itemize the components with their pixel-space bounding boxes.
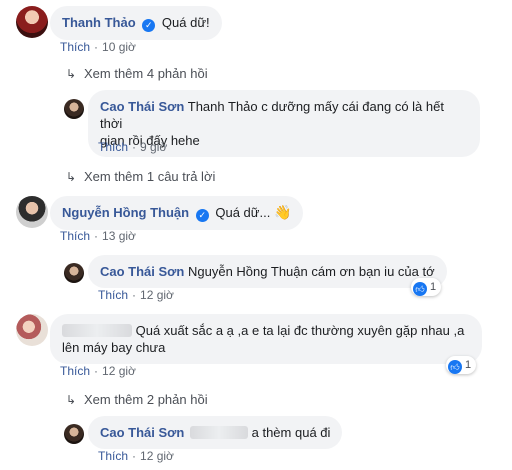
verified-badge-icon: ✓ xyxy=(195,209,209,222)
reaction-count-value: 1 xyxy=(430,281,437,293)
reply-author[interactable]: Cao Thái Sơn xyxy=(100,99,184,114)
like-button[interactable]: Thích xyxy=(60,364,90,378)
reply-bubble: Cao Thái Sơn a thèm quá đi xyxy=(88,416,343,449)
avatar[interactable] xyxy=(16,314,48,346)
view-more-replies-link[interactable]: ↳ Xem thêm 1 câu trả lời xyxy=(66,169,215,184)
reply-author[interactable]: Cao Thái Sơn xyxy=(100,264,184,279)
reply-bubble: Cao Thái Sơn Nguyễn Hồng Thuận cám ơn bạ… xyxy=(88,255,447,288)
reply-arrow-icon: ↳ xyxy=(66,170,77,184)
comment-time[interactable]: 13 giờ xyxy=(102,229,136,243)
comment-bubble: Thanh Thảo ✓ Quá dữ! xyxy=(50,6,222,40)
avatar[interactable] xyxy=(64,424,84,444)
comment-bubble: Nguyễn Hồng Thuận ✓ Quá dữ... 👋 xyxy=(50,196,304,230)
comment-text: Quá dữ... xyxy=(215,205,271,220)
reply-text: Nguyễn Hồng Thuận cám ơn bạn iu của tớ xyxy=(188,264,435,279)
comment-author[interactable]: Nguyễn Hồng Thuận xyxy=(62,205,189,220)
waving-hand-icon: 👋 xyxy=(273,204,292,220)
like-button[interactable]: Thích xyxy=(60,229,90,243)
reply-arrow-icon: ↳ xyxy=(66,393,77,407)
comment-time[interactable]: 10 giờ xyxy=(102,40,136,54)
reply-meta: Thích · 9 giờ xyxy=(98,140,168,154)
view-more-replies-label: Xem thêm 4 phản hồi xyxy=(84,66,208,81)
reply-time[interactable]: 12 giờ xyxy=(140,449,174,463)
like-button[interactable]: Thích xyxy=(60,40,90,54)
reply-meta: Thích · 12 giờ xyxy=(98,288,174,302)
comment-text: Quá xuất sắc a ạ ,a e ta lại đc thường x… xyxy=(135,323,465,338)
reaction-count[interactable]: 👍︎ 1 xyxy=(411,278,442,296)
verified-badge-icon: ✓ xyxy=(142,19,156,32)
like-reaction-icon: 👍︎ xyxy=(413,282,427,296)
reply-text: a thèm quá đi xyxy=(251,425,331,440)
reply-meta: Thích · 12 giờ xyxy=(98,449,174,463)
avatar[interactable] xyxy=(64,263,84,283)
comment-meta: Thích · 12 giờ xyxy=(60,364,136,378)
comment-author[interactable]: Thanh Thảo xyxy=(62,15,136,30)
view-more-replies-label: Xem thêm 1 câu trả lời xyxy=(84,169,216,184)
reply-arrow-icon: ↳ xyxy=(66,67,77,81)
blurred-author-name xyxy=(62,324,132,337)
view-more-replies-link[interactable]: ↳ Xem thêm 2 phản hồi xyxy=(66,392,208,407)
reply-time[interactable]: 12 giờ xyxy=(140,288,174,302)
reaction-count-value: 1 xyxy=(465,359,472,371)
avatar[interactable] xyxy=(16,196,48,228)
reply-author[interactable]: Cao Thái Sơn xyxy=(100,425,184,440)
view-more-replies-label: Xem thêm 2 phản hồi xyxy=(84,392,208,407)
reaction-count[interactable]: 👍︎ 1 xyxy=(446,356,477,374)
like-button[interactable]: Thích xyxy=(98,449,128,463)
like-button[interactable]: Thích xyxy=(98,140,128,154)
comment-text-continued: lên máy bay chưa xyxy=(62,340,166,355)
like-reaction-icon: 👍︎ xyxy=(448,360,462,374)
comment-text: Quá dữ! xyxy=(161,15,210,30)
reply-time[interactable]: 9 giờ xyxy=(140,140,167,154)
view-more-replies-link[interactable]: ↳ Xem thêm 4 phản hồi xyxy=(66,66,208,81)
comment-time[interactable]: 12 giờ xyxy=(102,364,136,378)
comment-bubble: Quá xuất sắc a ạ ,a e ta lại đc thường x… xyxy=(50,314,482,364)
comment-meta: Thích · 10 giờ xyxy=(60,40,136,54)
like-button[interactable]: Thích xyxy=(98,288,128,302)
comment-meta: Thích · 13 giờ xyxy=(60,229,136,243)
avatar[interactable] xyxy=(64,99,84,119)
avatar[interactable] xyxy=(16,6,48,38)
blurred-mention xyxy=(190,426,248,439)
